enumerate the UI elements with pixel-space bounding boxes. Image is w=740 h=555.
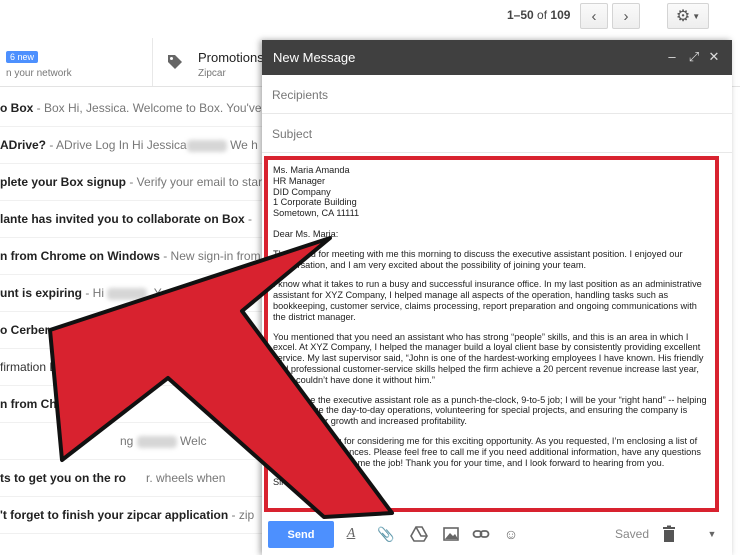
tab-promotions-subtitle: Zipcar [198,68,226,79]
subject-input[interactable] [270,122,724,146]
recipients-row [262,75,732,114]
tab-social-subtitle: n your network [6,68,72,79]
send-button[interactable]: Send [268,521,334,548]
blurred-name [136,435,177,448]
body-paragraph: Thank you for meeting with me this morni… [273,248,683,270]
older-button[interactable]: › [612,3,640,29]
attach-icon[interactable]: 📎 [377,524,395,544]
email-sender: plete your Box signup [0,175,127,189]
email-row[interactable]: ADrive? - ADrive Log In Hi Jessica We h [0,127,262,164]
blurred-name [107,287,148,300]
pager-of: of [537,8,548,22]
address-line: HR Manager [273,175,326,186]
new-badge: 6 new [6,51,39,63]
email-snippet: , Your Cerberus fre [147,286,249,300]
compose-title: New Message [273,50,356,65]
body-paragraph: Again, thank you for considering me for … [273,435,701,468]
recipient-address: Ms. Maria Amanda HR Manager DID Company … [273,165,711,219]
chevron-right-icon: › [623,7,629,25]
subject-row [262,114,732,153]
email-row[interactable]: n from Chrome on Windows - New sign-in f… [0,238,262,275]
email-row[interactable]: 't forget to finish your zipcar applicat… [0,497,262,534]
address-line: DID Company [273,186,331,197]
email-snippet: We h [226,138,258,152]
email-sender: n from Chrome on Windows [0,249,160,263]
email-snippet: zipcar application [126,508,229,522]
email-row[interactable]: lante has invited you to collaborate on … [0,201,262,238]
newer-button[interactable]: ‹ [580,3,608,29]
body-paragraph: I don’t see the executive assistant role… [273,394,707,427]
inbox-toolbar: 1–50 of 109 ‹ › ⚙ ▼ [0,0,740,38]
expand-icon[interactable]: ⤢ [686,48,702,66]
gear-icon: ⚙ [675,8,691,25]
address-line: 1 Corporate Building [273,197,357,208]
email-sender: lante has invited you to collaborate on … [0,212,245,226]
email-row[interactable]: unt is expiring - Hi , Your Cerberus fre [0,275,262,312]
chevron-down-icon: ▼ [692,11,701,21]
email-snippet: - Box Hi, Jessica. Welcome to Box. You'v… [33,101,262,115]
pager-count: 1–50 of 109 [507,8,570,22]
email-snippet: - Verify your email to start [126,175,262,189]
email-sender: 't forget to finish your [0,508,124,522]
email-sender: ts to get you on the ro [0,471,126,485]
email-sender: o Box [0,101,34,115]
link-icon[interactable] [472,524,490,544]
tab-promotions-title: Promotions [198,50,264,65]
saved-status: Saved [615,527,650,541]
trash-icon[interactable] [660,524,678,544]
body-paragraph: I know what it takes to run a busy and s… [273,279,702,322]
email-snippet: r. wheels when [146,471,226,485]
email-row[interactable]: firmation Link - [0,349,262,386]
email-snippet: - Hi [82,286,105,300]
compose-window: New Message – ⤢ ✕ Ms. Maria Amanda HR Ma… [262,40,732,555]
tab-social[interactable]: 6 new n your network [0,38,150,86]
email-sender: o Cerber [0,323,50,337]
email-snippet: - ADrive Log In Hi Jessica [46,138,187,152]
email-row[interactable]: o Box - Box Hi, Jessica. Welcome to Box.… [0,90,262,127]
pager-range: 1–50 [507,8,534,22]
tag-icon [168,55,182,69]
email-row[interactable]: ts to get you on the ro r. wheels when [0,460,262,497]
email-row[interactable]: plete your Box signup - Verify your emai… [0,164,262,201]
close-icon[interactable]: ✕ [706,48,722,66]
photo-icon[interactable] [442,524,460,544]
message-body[interactable]: Ms. Maria Amanda HR Manager DID Company … [264,156,719,512]
email-sender: ADrive? [0,138,47,152]
tab-promotions[interactable]: Promotions Zipcar [152,38,264,86]
email-sender: unt is expiring [0,286,83,300]
greeting: Dear Ms. Maria: [273,228,339,239]
message-text: Ms. Maria Amanda HR Manager DID Company … [268,160,715,488]
address-line: Ms. Maria Amanda [273,165,350,175]
email-snippet: ng [120,434,134,448]
more-options-icon[interactable]: ▼ [703,524,721,544]
compose-header[interactable]: New Message – ⤢ ✕ [262,40,732,75]
drive-icon[interactable] [410,524,428,544]
emoji-icon[interactable]: ☺ [502,524,520,544]
email-row[interactable]: o Cerber [0,312,262,349]
closing: Sincerely, [273,477,313,488]
email-snippet: - New sign-in from [159,249,261,263]
pager-total: 109 [550,8,571,22]
format-text-icon[interactable]: A [342,524,360,544]
email-sender: n from Chro [0,397,69,411]
compose-footer: Send A 📎 ☺ Saved ▼ [262,515,732,555]
email-row[interactable]: ng Welc [0,423,262,460]
blurred-name [186,139,227,152]
email-sender: firmation Link [0,360,72,374]
email-row[interactable]: n from Chro [0,386,262,423]
address-line: Sometown, CA 11111 [273,208,360,219]
settings-button[interactable]: ⚙ ▼ [667,3,709,29]
email-snippet: - [244,212,253,226]
body-paragraph: You mentioned that you need an assistant… [273,331,704,385]
email-snippet: - zip [228,508,255,522]
minimize-icon[interactable]: – [664,48,680,66]
email-snippet: - [71,360,79,374]
recipients-input[interactable] [270,83,724,107]
chevron-left-icon: ‹ [591,7,597,25]
email-snippet: Welc [176,434,207,448]
